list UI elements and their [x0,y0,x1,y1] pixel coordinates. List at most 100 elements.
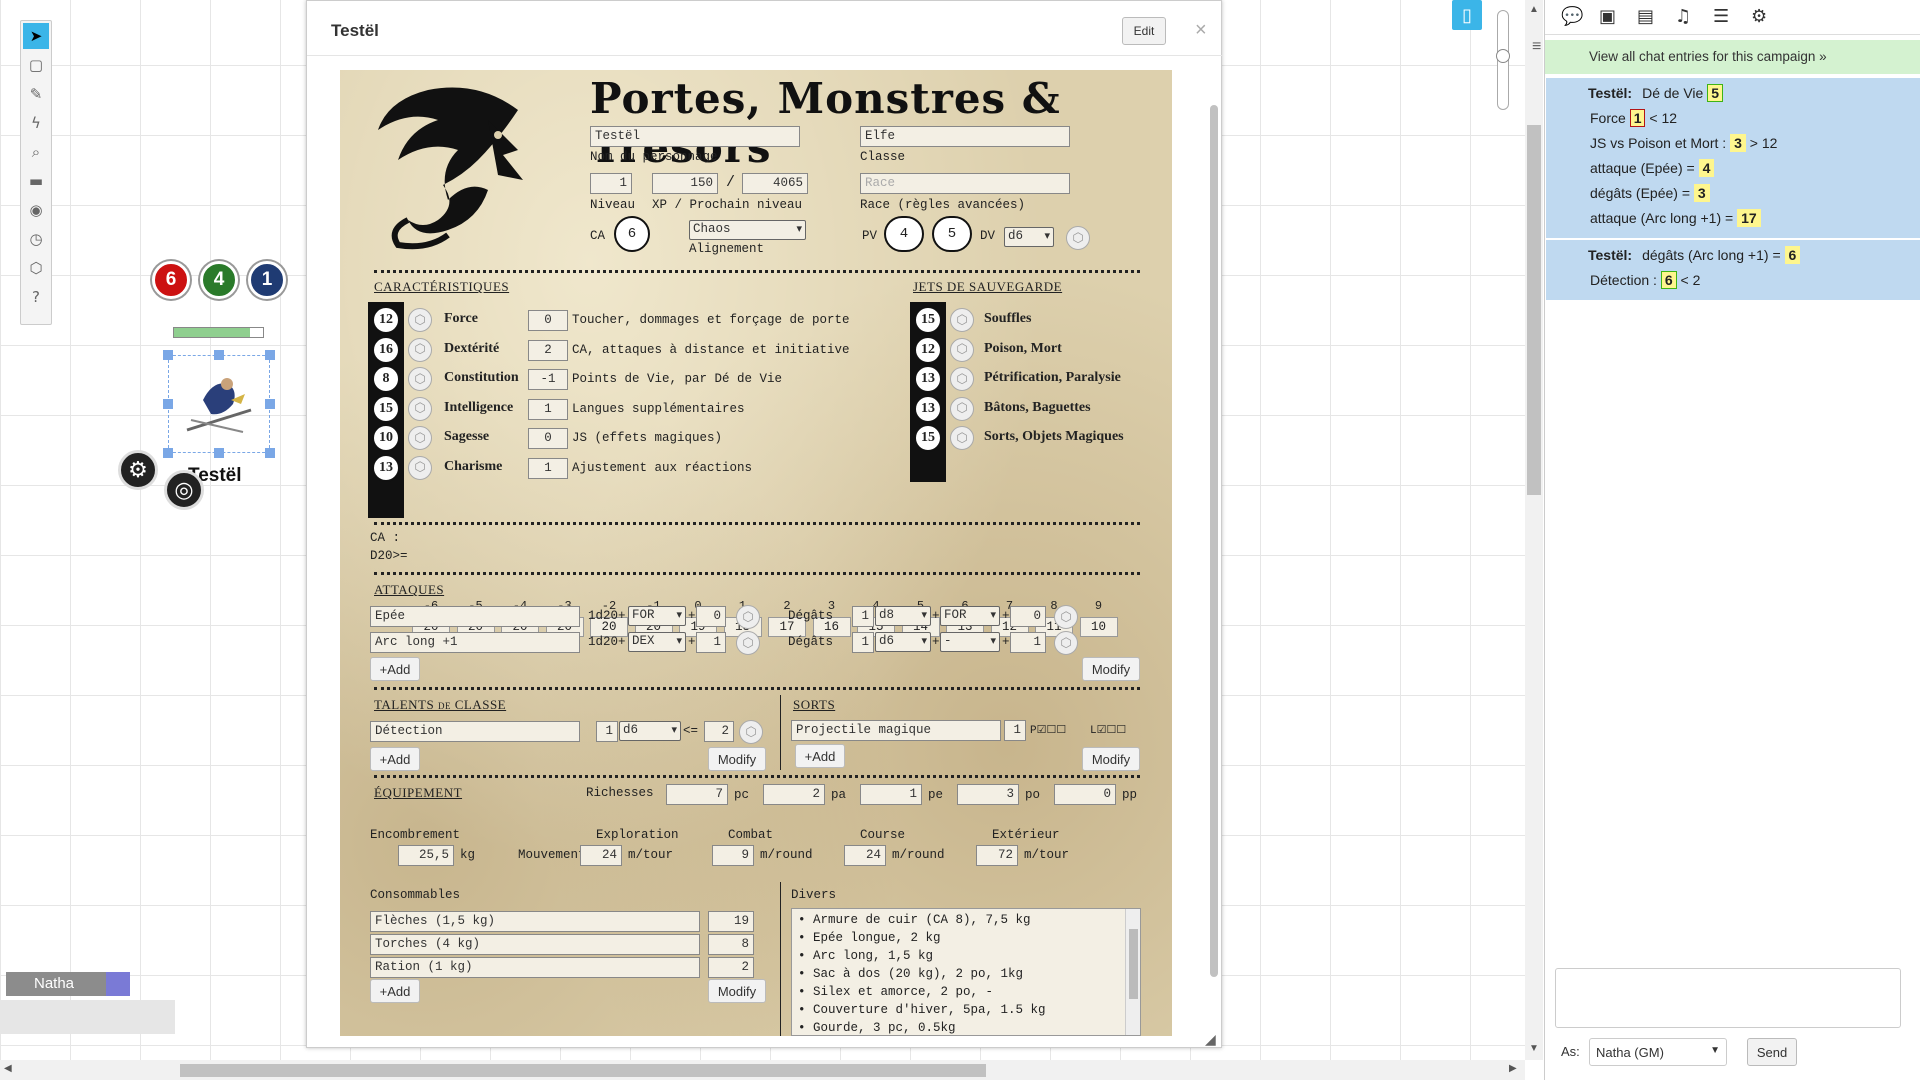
modify-talents-button[interactable]: Modify [708,747,766,771]
carac-mod-field[interactable]: -1 [528,369,568,390]
movement-value-field[interactable]: 72 [976,845,1018,866]
chat-tab-icon[interactable]: 💬 [1561,6,1583,27]
edit-button[interactable]: Edit [1122,17,1166,45]
damage-bonus-field[interactable]: 1 [1010,632,1046,653]
compendium-tab-icon[interactable]: ☰ [1713,6,1729,27]
draw-tool-icon[interactable]: ✎ [23,81,49,107]
damage-die-select[interactable]: d8 [875,606,931,626]
token-bubble-red[interactable]: 6 [152,261,190,299]
add-attack-button[interactable]: +Add [370,657,420,681]
save-roll-dice-icon[interactable]: ⬡ [950,426,974,450]
xp-field[interactable]: 150 [652,173,718,194]
coin-field[interactable]: 0 [1054,784,1116,805]
send-button[interactable]: Send [1747,1038,1797,1066]
player-color-swatch[interactable] [106,972,130,996]
dice-icon[interactable]: ⬡ [23,255,49,281]
talent-target-field[interactable]: 2 [704,721,734,742]
chat-roll-result[interactable]: 6 [1784,246,1801,264]
add-talent-button[interactable]: +Add [370,747,420,771]
class-field[interactable]: Elfe [860,126,1070,147]
movement-value-field[interactable]: 9 [712,845,754,866]
pv-current[interactable]: 4 [884,216,924,252]
canvas-horizontal-scrollbar[interactable]: ◀ ▶ [0,1060,1525,1080]
canvas-vertical-scrollbar[interactable]: ▲ ▼ [1525,0,1543,1060]
damage-dice-count[interactable]: 1 [852,632,874,653]
spell-name-field[interactable]: Projectile magique [791,720,1001,741]
coin-field[interactable]: 2 [763,784,825,805]
carac-roll-dice-icon[interactable]: ⬡ [408,337,432,362]
talent-name-field[interactable]: Détection [370,721,580,742]
chat-input[interactable] [1555,968,1901,1028]
token-selection-box[interactable] [168,355,270,453]
token-target-icon[interactable]: ◎ [164,470,204,510]
consumable-qty-field[interactable]: 19 [708,911,754,932]
ruler-tool-icon[interactable]: ▬ [23,168,49,194]
coin-field[interactable]: 3 [957,784,1019,805]
modify-spells-button[interactable]: Modify [1082,747,1140,771]
carac-mod-field[interactable]: 0 [528,310,568,331]
chat-roll-result[interactable]: 4 [1698,159,1715,177]
movement-value-field[interactable]: 24 [844,845,886,866]
carac-roll-dice-icon[interactable]: ⬡ [408,396,432,421]
speaking-as-select[interactable]: Natha (GM) ▼ [1589,1038,1727,1066]
attack-roll-dice-icon[interactable]: ⬡ [736,605,760,629]
carac-score[interactable]: 13 [372,453,400,482]
damage-stat-select[interactable]: FOR [940,606,1000,626]
fx-tool-icon[interactable]: ϟ [23,110,49,136]
encumbrance-field[interactable]: 25,5 [398,845,454,866]
save-roll-dice-icon[interactable]: ⬡ [950,367,974,391]
carac-roll-dice-icon[interactable]: ⬡ [408,426,432,450]
token-bubble-green[interactable]: 4 [200,261,238,299]
select-tool-icon[interactable]: ➤ [23,23,49,49]
save-score[interactable]: 13 [914,365,942,393]
carac-roll-dice-icon[interactable]: ⬡ [408,367,432,391]
consumable-name-field[interactable]: Ration (1 kg) [370,957,700,978]
page-toolbar-icon[interactable]: ▯ [1452,0,1482,30]
consumable-name-field[interactable]: Torches (4 kg) [370,934,700,955]
carac-roll-dice-icon[interactable]: ⬡ [408,455,432,480]
carac-score[interactable]: 15 [372,394,400,423]
carac-score[interactable]: 16 [372,335,400,364]
save-roll-dice-icon[interactable]: ⬡ [950,308,974,332]
chat-collapse-icon[interactable]: ≡ [1532,38,1541,56]
divers-textarea[interactable]: • Armure de cuir (CA 8), 7,5 kg • Epée lo… [791,908,1141,1036]
chat-roll-result[interactable]: 1 [1629,109,1646,127]
zoom-tool-icon[interactable]: ⌕ [23,139,49,165]
token-settings-gear-icon[interactable]: ⚙ [118,450,158,490]
resize-handle-icon[interactable]: ◢ [1205,1031,1216,1048]
dv-roll-dice-icon[interactable]: ⬡ [1066,226,1090,250]
pv-max[interactable]: 5 [932,216,972,252]
add-spell-button[interactable]: +Add [795,744,845,768]
carac-score[interactable]: 10 [372,424,400,452]
art-library-tab-icon[interactable]: ▣ [1599,6,1616,27]
carac-mod-field[interactable]: 2 [528,339,568,361]
carac-score[interactable]: 12 [372,306,400,334]
fog-tool-icon[interactable]: ◉ [23,197,49,223]
view-all-chat-link[interactable]: View all chat entries for this campaign … [1545,40,1920,74]
attack-stat-select[interactable]: DEX [628,632,686,652]
damage-die-select[interactable]: d6 [875,632,931,652]
save-score[interactable]: 13 [914,394,942,423]
save-roll-dice-icon[interactable]: ⬡ [950,337,974,362]
modify-attacks-button[interactable]: Modify [1082,657,1140,681]
consumable-qty-field[interactable]: 8 [708,934,754,955]
character-name-field[interactable]: Testël [590,126,800,147]
consumable-qty-field[interactable]: 2 [708,957,754,978]
attack-name-field[interactable]: Epée [370,606,580,627]
modify-consumables-button[interactable]: Modify [708,979,766,1003]
chat-roll-result[interactable]: 5 [1707,84,1724,102]
alignment-select[interactable]: Chaos [689,220,806,240]
coin-field[interactable]: 7 [666,784,728,805]
help-icon[interactable]: ? [23,284,49,310]
level-field[interactable]: 1 [590,173,632,194]
attack-stat-select[interactable]: FOR [628,606,686,626]
race-field[interactable]: Race [860,173,1070,194]
damage-stat-select[interactable]: - [940,632,1000,652]
damage-bonus-field[interactable]: 0 [1010,606,1046,627]
movement-value-field[interactable]: 24 [580,845,622,866]
close-icon[interactable]: × [1195,19,1207,42]
turn-tracker-icon[interactable]: ◷ [23,226,49,252]
attack-name-field[interactable]: Arc long +1 [370,632,580,653]
settings-tab-icon[interactable]: ⚙ [1751,6,1767,27]
dv-select[interactable]: d6 [1004,227,1054,247]
